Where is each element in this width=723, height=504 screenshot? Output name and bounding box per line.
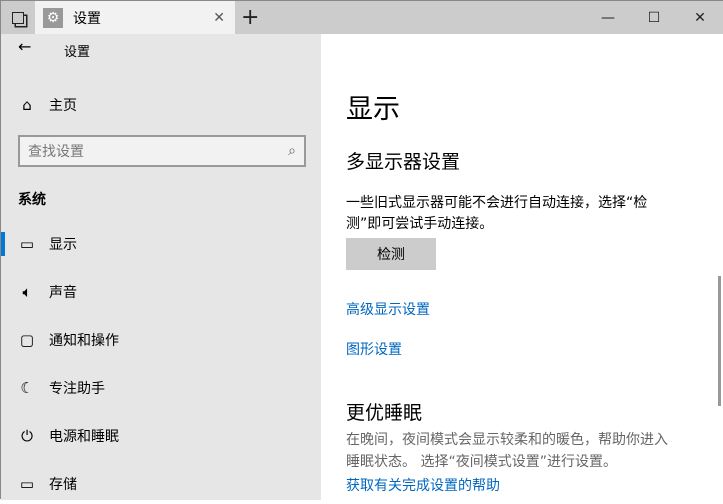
moon-icon: ☾: [20, 379, 34, 397]
sleep-heading: 更优睡眠: [346, 402, 423, 424]
monitor-icon: ▭: [19, 235, 35, 253]
page-title: 显示: [346, 94, 400, 125]
close-button[interactable]: ✕: [677, 1, 723, 34]
home-icon: ⌂: [22, 96, 32, 114]
sidebar-item-focus-assist[interactable]: ☾ 专注助手: [1, 368, 321, 408]
back-button[interactable]: ←: [18, 37, 31, 56]
sidebar-item-label: 电源和睡眠: [49, 429, 119, 445]
sidebar-item-label: 存储: [49, 477, 77, 493]
detect-button[interactable]: 检测: [346, 238, 436, 270]
sidebar-item-label: 声音: [49, 285, 77, 301]
sidebar-item-label: 通知和操作: [49, 333, 119, 349]
maximize-button[interactable]: ☐: [631, 1, 677, 34]
close-tab-icon[interactable]: ✕: [213, 10, 225, 26]
section-heading: 系统: [18, 192, 46, 208]
sidebar-item-display[interactable]: ▭ 显示: [1, 224, 321, 264]
sidebar-item-home[interactable]: ⌂ 主页: [1, 85, 321, 125]
sidebar-item-label: 专注助手: [49, 381, 105, 397]
minimize-button[interactable]: —: [585, 1, 631, 34]
sidebar-item-sound[interactable]: 🔈︎ 声音: [1, 272, 321, 312]
speaker-icon: 🔈︎: [22, 283, 32, 301]
app-title: 设置: [64, 45, 91, 60]
scrollbar[interactable]: [718, 276, 721, 406]
sidebar-item-label: 显示: [49, 237, 77, 253]
power-icon: ⏻: [21, 427, 33, 445]
multi-display-desc-line2: 测”即可尝试手动连接。: [346, 216, 494, 232]
sidebar-item-notifications[interactable]: ▢ 通知和操作: [1, 320, 321, 360]
sidebar-item-label: 主页: [49, 98, 77, 114]
gear-icon: ⚙: [43, 7, 63, 28]
title-bar: ⚙ 设置 ✕ + — ☐ ✕: [1, 1, 723, 34]
tab-overview-button[interactable]: [1, 1, 34, 34]
sidebar-item-power[interactable]: ⏻ 电源和睡眠: [1, 416, 321, 456]
graphics-settings-link[interactable]: 图形设置: [346, 339, 402, 359]
multi-display-heading: 多显示器设置: [346, 151, 461, 173]
search-placeholder: 查找设置: [28, 144, 84, 160]
help-link[interactable]: 获取有关完成设置的帮助: [346, 475, 500, 495]
storage-icon: ▭: [19, 475, 35, 493]
tab-settings[interactable]: ⚙ 设置 ✕: [35, 1, 235, 34]
search-icon: ⌕: [288, 143, 296, 159]
advanced-display-link[interactable]: 高级显示设置: [346, 299, 430, 319]
search-input[interactable]: 查找设置 ⌕: [18, 135, 306, 167]
new-tab-button[interactable]: +: [241, 5, 259, 30]
sleep-desc-line2: 睡眠状态。 选择“夜间模式设置”进行设置。: [346, 454, 617, 470]
notification-icon: ▢: [19, 331, 35, 349]
multi-display-desc-line1: 一些旧式显示器可能不会进行自动连接，选择“检: [346, 195, 648, 211]
tab-title: 设置: [73, 10, 101, 27]
sidebar-item-storage[interactable]: ▭ 存储: [1, 464, 321, 504]
tabs-icon: [11, 11, 24, 24]
sleep-desc-line1: 在晚间，夜间模式会显示较柔和的暖色，帮助你进入: [346, 432, 668, 448]
